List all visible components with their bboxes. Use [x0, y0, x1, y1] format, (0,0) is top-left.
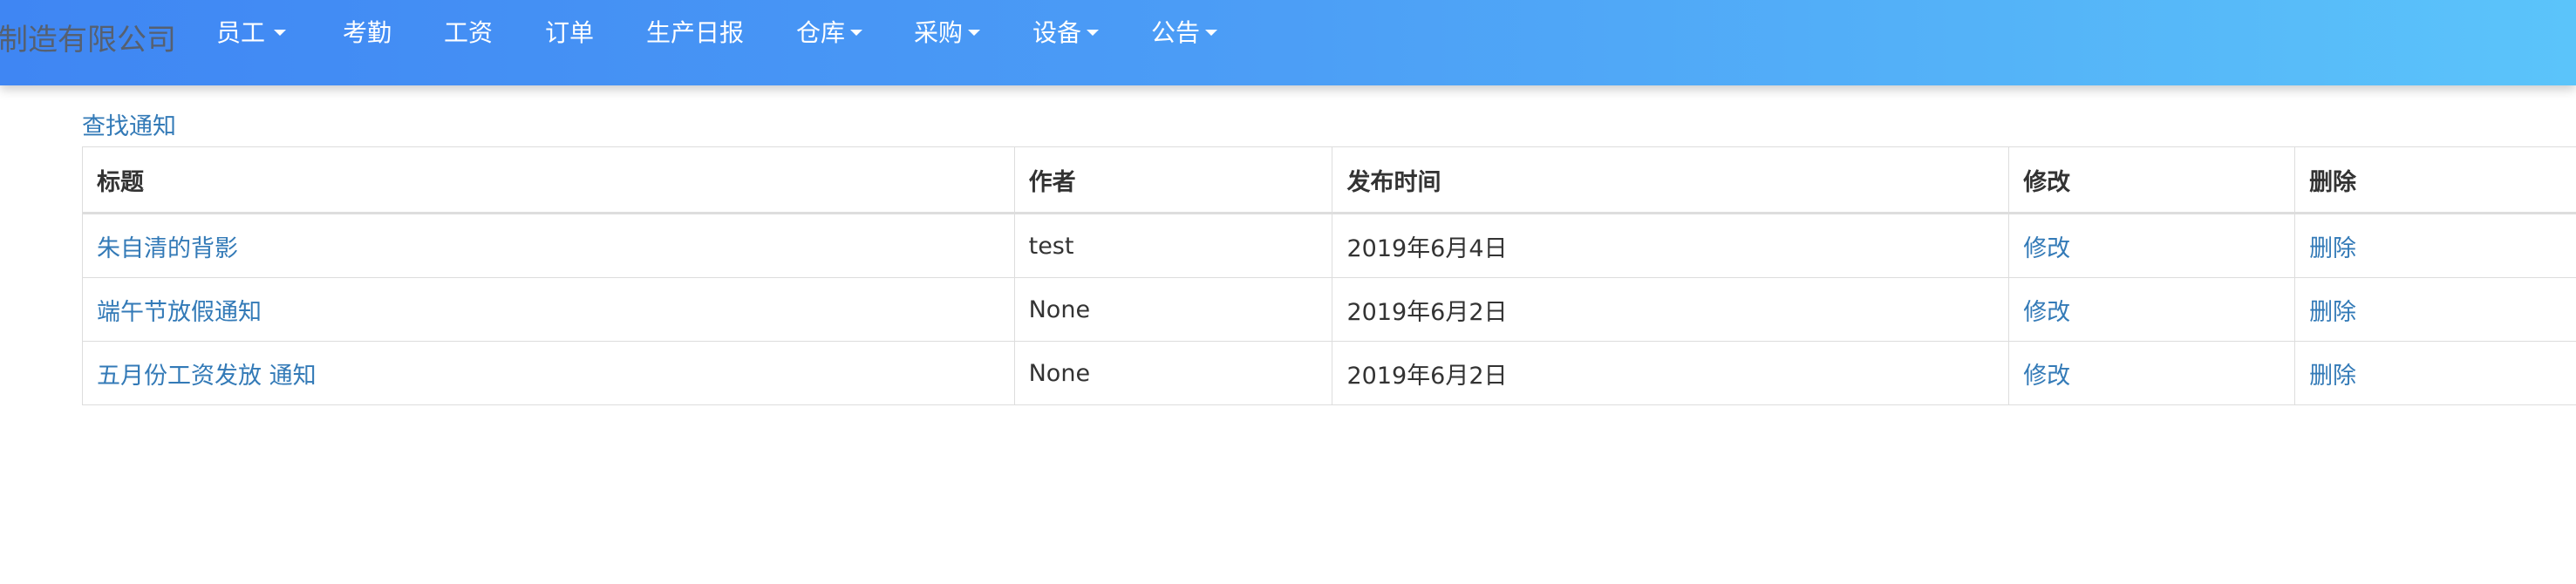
nav-item-warehouse[interactable]: 仓库 — [796, 16, 863, 51]
nav-item-label: 设备 — [1032, 18, 1082, 47]
nav-item-label: 订单 — [545, 18, 595, 47]
caret-down-icon — [274, 29, 287, 36]
nav-item-label: 工资 — [444, 18, 494, 47]
column-header-delete: 删除 — [2294, 146, 2576, 214]
column-header-publish-time: 发布时间 — [1332, 146, 2010, 214]
caret-down-icon — [850, 29, 863, 36]
notice-title-link[interactable]: 五月份工资发放 通知 — [97, 363, 317, 390]
notice-title-link[interactable]: 朱自清的背影 — [97, 235, 238, 262]
nav-item-equipment[interactable]: 设备 — [1032, 16, 1100, 51]
notice-author: None — [1013, 277, 1333, 342]
caret-down-icon — [1087, 29, 1100, 36]
nav-item-label: 生产日报 — [646, 18, 745, 47]
table-row: 端午节放假通知 None 2019年6月2日 修改 删除 — [82, 277, 2576, 342]
company-brand[interactable]: 制造有限公司 — [0, 21, 176, 59]
nav-item-attendance[interactable]: 考勤 — [343, 16, 392, 51]
table-row: 五月份工资发放 通知 None 2019年6月2日 修改 删除 — [82, 341, 2576, 405]
column-header-title: 标题 — [82, 146, 1015, 214]
nav-item-daily-report[interactable]: 生产日报 — [646, 16, 744, 51]
notice-date: 2019年6月2日 — [1332, 341, 2010, 405]
column-header-edit: 修改 — [2008, 146, 2296, 214]
nav-item-label: 采购 — [914, 18, 964, 47]
notice-author: test — [1013, 213, 1333, 278]
column-header-author: 作者 — [1013, 146, 1333, 214]
notice-date: 2019年6月4日 — [1332, 213, 2010, 278]
table-row: 朱自清的背影 test 2019年6月4日 修改 删除 — [82, 213, 2576, 278]
delete-link[interactable]: 删除 — [2309, 235, 2356, 262]
notices-table: 标题 作者 发布时间 修改 删除 朱自清的背影 test 2019年6月4日 修… — [82, 146, 2576, 405]
notice-date: 2019年6月2日 — [1332, 277, 2010, 342]
table-header-row: 标题 作者 发布时间 修改 删除 — [82, 146, 2576, 214]
caret-down-icon — [1205, 29, 1218, 36]
delete-link[interactable]: 删除 — [2309, 363, 2356, 390]
nav-item-orders[interactable]: 订单 — [545, 16, 594, 51]
nav-item-salary[interactable]: 工资 — [444, 16, 493, 51]
nav-item-label: 公告 — [1151, 18, 1201, 47]
edit-link[interactable]: 修改 — [2023, 299, 2070, 326]
edit-link[interactable]: 修改 — [2023, 235, 2070, 262]
search-notices-link[interactable]: 查找通知 — [82, 112, 176, 143]
nav-item-employees[interactable]: 员工 — [216, 16, 287, 51]
nav-item-purchasing[interactable]: 采购 — [914, 16, 981, 51]
notice-title-link[interactable]: 端午节放假通知 — [97, 299, 262, 326]
nav-item-announcements[interactable]: 公告 — [1151, 16, 1218, 51]
nav-item-label: 仓库 — [796, 18, 846, 47]
notice-author: None — [1013, 341, 1333, 405]
edit-link[interactable]: 修改 — [2023, 363, 2070, 390]
delete-link[interactable]: 删除 — [2309, 299, 2356, 326]
nav-item-label: 考勤 — [343, 18, 392, 47]
nav-item-label: 员工 — [216, 18, 266, 47]
top-navbar: 制造有限公司 员工 考勤 工资 订单 生产日报 仓库 采购 设备 公告 — [0, 0, 2576, 85]
caret-down-icon — [968, 29, 981, 36]
